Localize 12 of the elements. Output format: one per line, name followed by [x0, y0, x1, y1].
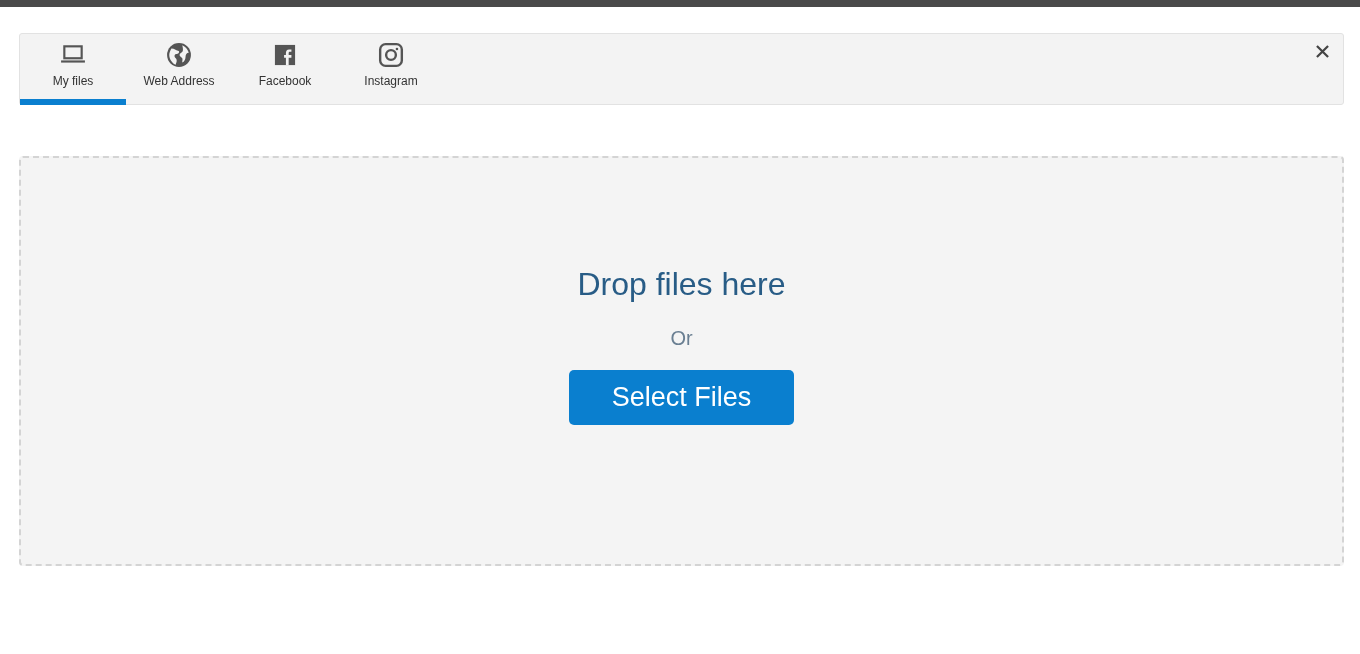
separator-text: Or	[670, 327, 693, 350]
drop-title: Drop files here	[577, 266, 786, 303]
instagram-icon	[378, 42, 404, 68]
source-tab[interactable]: Instagram	[338, 34, 444, 105]
source-tab[interactable]: My files	[20, 34, 126, 105]
drop-zone[interactable]: Drop files here Or Select Files	[19, 156, 1344, 566]
source-tab[interactable]: Web Address	[126, 34, 232, 105]
globe-icon	[166, 42, 192, 68]
select-files-button[interactable]: Select Files	[569, 370, 794, 425]
facebook-icon	[274, 42, 296, 68]
source-tab[interactable]: Facebook	[232, 34, 338, 105]
close-icon[interactable]	[1316, 45, 1329, 58]
